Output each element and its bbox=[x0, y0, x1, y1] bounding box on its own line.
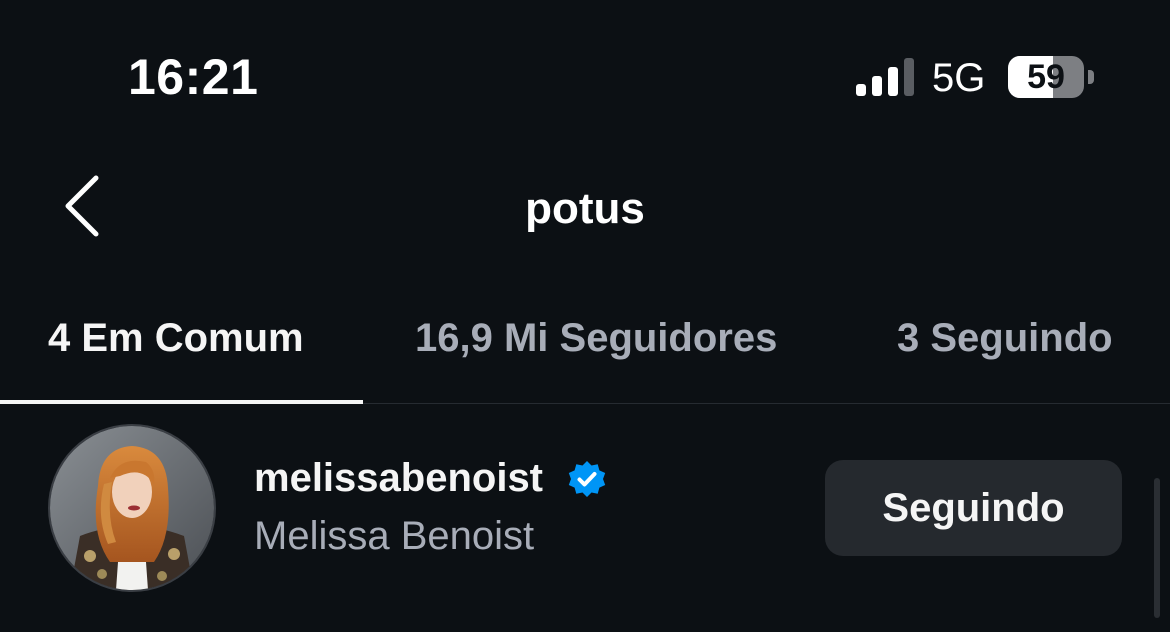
following-button[interactable]: Seguindo bbox=[825, 460, 1122, 556]
battery-body: 59 bbox=[1008, 56, 1084, 98]
screen: 16:21 5G 59 potus 4 Em Comum 16,9 Mi Seg… bbox=[0, 0, 1170, 632]
verified-badge-icon bbox=[568, 461, 606, 497]
scrollbar[interactable] bbox=[1154, 478, 1160, 618]
status-time: 16:21 bbox=[128, 49, 259, 105]
tab-following[interactable]: 3 Seguindo bbox=[897, 316, 1113, 361]
battery-nub bbox=[1088, 70, 1094, 84]
avatar[interactable] bbox=[48, 424, 216, 592]
signal-bar-2 bbox=[872, 76, 882, 96]
battery-icon: 59 bbox=[1008, 56, 1094, 98]
page-title: potus bbox=[525, 184, 645, 233]
tab-followers[interactable]: 16,9 Mi Seguidores bbox=[415, 316, 777, 361]
signal-bar-4 bbox=[904, 58, 914, 96]
profile-photo bbox=[50, 426, 214, 590]
username[interactable]: melissabenoist bbox=[254, 456, 543, 501]
signal-bar-3 bbox=[888, 67, 898, 96]
tab-mutual[interactable]: 4 Em Comum bbox=[48, 316, 304, 361]
network-type: 5G bbox=[932, 56, 986, 100]
signal-bar-1 bbox=[856, 84, 866, 96]
battery-percent: 59 bbox=[1027, 58, 1065, 96]
cellular-signal-icon bbox=[856, 58, 914, 96]
active-tab-indicator bbox=[0, 400, 363, 404]
full-name: Melissa Benoist bbox=[254, 514, 535, 558]
